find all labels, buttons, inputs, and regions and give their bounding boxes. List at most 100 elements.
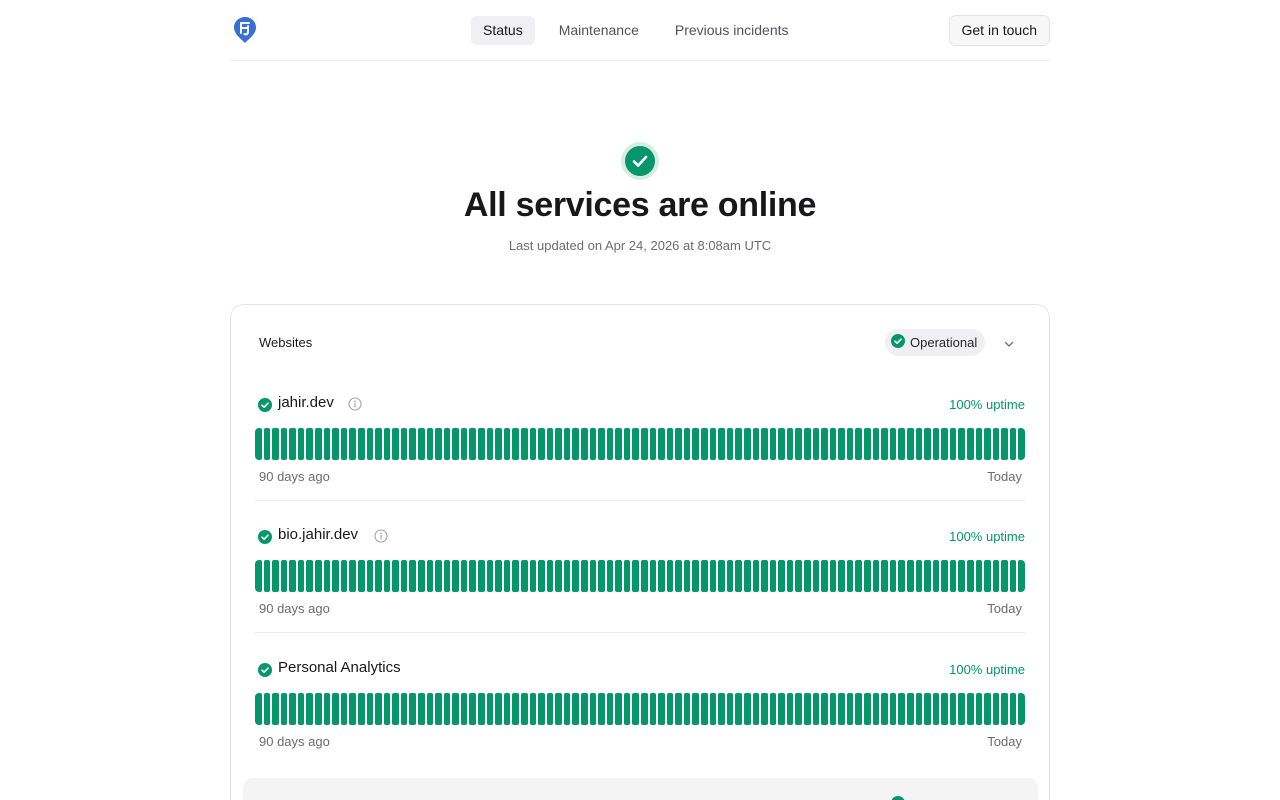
uptime-day-bar[interactable] [409, 428, 416, 460]
uptime-day-bar[interactable] [864, 693, 871, 725]
brand-logo-icon[interactable] [233, 16, 257, 44]
uptime-day-bar[interactable] [735, 560, 742, 592]
uptime-day-bar[interactable] [272, 428, 279, 460]
uptime-day-bar[interactable] [641, 693, 648, 725]
uptime-day-bar[interactable] [821, 560, 828, 592]
uptime-day-bar[interactable] [958, 560, 965, 592]
uptime-day-bar[interactable] [1009, 693, 1017, 725]
uptime-day-bar[interactable] [666, 693, 674, 725]
uptime-day-bar[interactable] [563, 428, 571, 460]
uptime-day-bar[interactable] [580, 560, 588, 592]
uptime-day-bar[interactable] [898, 428, 905, 460]
uptime-day-bar[interactable] [366, 428, 374, 460]
uptime-day-bar[interactable] [1001, 428, 1008, 460]
uptime-day-bar[interactable] [675, 428, 682, 460]
uptime-day-bar[interactable] [392, 428, 399, 460]
uptime-day-bar[interactable] [375, 560, 382, 592]
uptime-day-bar[interactable] [529, 560, 537, 592]
uptime-day-bar[interactable] [280, 693, 288, 725]
uptime-day-bar[interactable] [692, 560, 700, 592]
uptime-day-bar[interactable] [323, 693, 331, 725]
uptime-day-bar[interactable] [452, 560, 459, 592]
chevron-down-icon[interactable] [1001, 336, 1017, 352]
uptime-day-bar[interactable] [357, 693, 365, 725]
uptime-day-bar[interactable] [966, 428, 974, 460]
uptime-day-bar[interactable] [949, 693, 957, 725]
info-icon[interactable] [374, 529, 388, 548]
uptime-day-bar[interactable] [752, 560, 760, 592]
uptime-day-bar[interactable] [1001, 693, 1008, 725]
uptime-day-bar[interactable] [829, 428, 837, 460]
uptime-day-bar[interactable] [486, 693, 494, 725]
uptime-day-bar[interactable] [546, 693, 554, 725]
uptime-day-bar[interactable] [512, 560, 519, 592]
uptime-day-bar[interactable] [555, 560, 562, 592]
uptime-day-bar[interactable] [615, 560, 622, 592]
uptime-day-bar[interactable] [743, 428, 751, 460]
uptime-day-bar[interactable] [726, 693, 734, 725]
uptime-day-bar[interactable] [812, 693, 820, 725]
uptime-day-bar[interactable] [366, 560, 374, 592]
uptime-day-bar[interactable] [821, 428, 828, 460]
uptime-day-bar[interactable] [795, 560, 802, 592]
uptime-day-bar[interactable] [409, 693, 416, 725]
uptime-day-bar[interactable] [1018, 560, 1026, 592]
uptime-day-bar[interactable] [435, 428, 442, 460]
uptime-day-bar[interactable] [495, 560, 502, 592]
uptime-day-bar[interactable] [606, 560, 614, 592]
uptime-day-bar[interactable] [709, 560, 717, 592]
uptime-day-bar[interactable] [949, 560, 957, 592]
uptime-day-bar[interactable] [984, 693, 991, 725]
uptime-day-bar[interactable] [1018, 693, 1026, 725]
uptime-day-bar[interactable] [443, 693, 451, 725]
uptime-day-bar[interactable] [683, 693, 691, 725]
uptime-day-bar[interactable] [520, 693, 528, 725]
uptime-day-bar[interactable] [641, 428, 648, 460]
uptime-day-bar[interactable] [563, 560, 571, 592]
uptime-day-bar[interactable] [280, 560, 288, 592]
uptime-day-bar[interactable] [443, 560, 451, 592]
uptime-day-bar[interactable] [349, 560, 356, 592]
uptime-day-bar[interactable] [623, 428, 631, 460]
uptime-day-bar[interactable] [383, 693, 391, 725]
uptime-day-bar[interactable] [846, 560, 854, 592]
uptime-day-bar[interactable] [632, 693, 640, 725]
next-status-group[interactable] [243, 778, 1038, 800]
uptime-day-bar[interactable] [709, 428, 717, 460]
uptime-day-bar[interactable] [529, 428, 537, 460]
uptime-day-bar[interactable] [435, 560, 442, 592]
uptime-day-bar[interactable] [606, 693, 614, 725]
uptime-day-bar[interactable] [392, 693, 399, 725]
uptime-day-bar[interactable] [297, 693, 305, 725]
uptime-day-bar[interactable] [417, 693, 425, 725]
uptime-day-bar[interactable] [975, 560, 983, 592]
uptime-day-bar[interactable] [743, 560, 751, 592]
uptime-day-bar[interactable] [675, 560, 682, 592]
nav-item-status[interactable]: Status [471, 16, 535, 45]
uptime-day-bar[interactable] [743, 693, 751, 725]
uptime-day-bar[interactable] [649, 428, 657, 460]
uptime-day-bar[interactable] [520, 428, 528, 460]
uptime-day-bar[interactable] [349, 428, 356, 460]
uptime-day-bar[interactable] [503, 693, 511, 725]
uptime-day-bar[interactable] [460, 693, 468, 725]
uptime-day-bar[interactable] [272, 560, 279, 592]
uptime-day-bar[interactable] [958, 428, 965, 460]
uptime-day-bar[interactable] [538, 560, 545, 592]
uptime-day-bar[interactable] [512, 428, 519, 460]
uptime-day-bar[interactable] [520, 560, 528, 592]
uptime-day-bar[interactable] [966, 693, 974, 725]
uptime-day-bar[interactable] [958, 693, 965, 725]
uptime-day-bar[interactable] [263, 428, 271, 460]
uptime-day-bar[interactable] [306, 428, 314, 460]
uptime-day-bar[interactable] [289, 560, 296, 592]
uptime-day-bar[interactable] [812, 560, 820, 592]
uptime-day-bar[interactable] [855, 693, 863, 725]
uptime-day-bar[interactable] [417, 560, 425, 592]
uptime-day-bar[interactable] [255, 560, 262, 592]
uptime-day-bar[interactable] [641, 560, 648, 592]
uptime-day-bar[interactable] [906, 428, 914, 460]
uptime-day-bar[interactable] [898, 693, 905, 725]
uptime-day-bar[interactable] [778, 428, 785, 460]
uptime-day-bar[interactable] [701, 560, 708, 592]
